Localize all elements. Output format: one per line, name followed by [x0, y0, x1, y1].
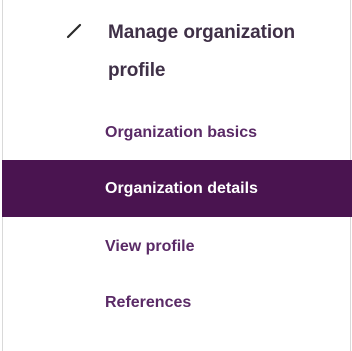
pencil-icon [65, 22, 83, 40]
nav-item-label: References [105, 293, 192, 311]
nav-item-references[interactable]: References [3, 274, 350, 331]
panel-header: Manage organization profile [3, 0, 350, 100]
page-title: Manage organization profile [108, 22, 296, 81]
nav-item-view-profile[interactable]: View profile [3, 218, 350, 275]
manage-profile-panel: Manage organization profile Organization… [2, 0, 352, 351]
nav-item-label: Organization details [105, 179, 258, 197]
nav-item-label: View profile [105, 237, 195, 255]
nav-item-label: Organization basics [105, 123, 258, 141]
nav-item-organization-details[interactable]: Organization details [2, 160, 352, 217]
nav-item-organization-basics[interactable]: Organization basics [3, 104, 350, 161]
